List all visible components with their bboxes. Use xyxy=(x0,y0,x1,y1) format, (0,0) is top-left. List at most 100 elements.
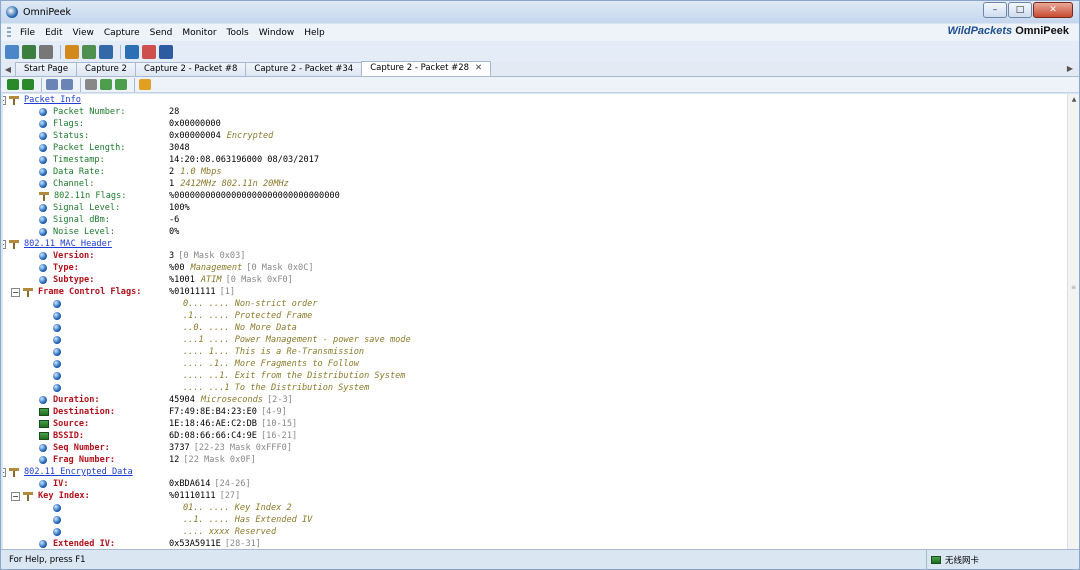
section-title[interactable]: 802.11 Encrypted Data xyxy=(24,466,133,478)
tree-row[interactable]: − Frame Control Flags: %01011111 [1] xyxy=(3,286,1063,298)
field-value: %00000000000000000000000000000000 xyxy=(169,191,340,201)
tree-row[interactable]: Duration: 45904 Microseconds [2-3] xyxy=(3,394,1063,406)
print-icon[interactable] xyxy=(39,44,53,59)
tree-row[interactable]: IV: 0xBDA614 [24-26] xyxy=(3,478,1063,490)
back-icon[interactable] xyxy=(7,79,19,90)
wireless-icon[interactable] xyxy=(142,44,156,59)
tree-row[interactable]: Data Rate: 2 1.0 Mbps xyxy=(3,166,1063,178)
tree-row[interactable]: .... ..1. Exit from the Distribution Sys… xyxy=(3,370,1063,382)
tab-scroll-right-icon[interactable]: ▶ xyxy=(1067,64,1073,73)
tree-row[interactable]: Subtype: %1001 ATIM [0 Mask 0xF0] xyxy=(3,274,1063,286)
menu-monitor[interactable]: Monitor xyxy=(177,28,221,38)
toolbar-separator xyxy=(80,77,81,92)
decode-view-icon[interactable] xyxy=(46,79,58,90)
capture-icon[interactable] xyxy=(65,44,79,59)
status-adapter-label: 无线网卡 xyxy=(944,556,979,566)
scroll-grip[interactable]: ≡ xyxy=(1068,284,1079,291)
decode-tree[interactable]: − Packet InfoPacket Number: 28 Flags: 0x0000… xyxy=(3,94,1067,549)
field-value: 1E:18:46:AE:C2:DB xyxy=(169,419,257,429)
tree-row[interactable]: 802.11n Flags: %0000000000000000000000000… xyxy=(3,190,1063,202)
tree-row[interactable]: Packet Length: 3048 xyxy=(3,142,1063,154)
tree-toggle-icon[interactable]: − xyxy=(11,491,20,501)
tree-row[interactable]: Version: 3 [0 Mask 0x03] xyxy=(3,250,1063,262)
menu-file[interactable]: File xyxy=(15,28,40,38)
tree-row[interactable]: .... ...1 To the Distribution System xyxy=(3,382,1063,394)
save-icon[interactable] xyxy=(22,44,36,59)
section-title[interactable]: 802.11 MAC Header xyxy=(24,238,112,250)
tree-row[interactable]: .... 1... This is a Re-Transmission xyxy=(3,346,1063,358)
field-label: Subtype: xyxy=(53,275,95,285)
open-icon[interactable] xyxy=(5,44,19,59)
tree-row[interactable]: Channel: 1 2412MHz 802.11n 20MHz xyxy=(3,178,1063,190)
tree-row[interactable]: Signal dBm: -6 xyxy=(3,214,1063,226)
hex-view-icon[interactable] xyxy=(61,79,73,90)
edit-icon[interactable] xyxy=(139,79,151,90)
tab-scroll-left-icon[interactable]: ◀ xyxy=(1,65,15,74)
menu-help[interactable]: Help xyxy=(299,28,330,38)
expand-icon[interactable] xyxy=(100,79,112,90)
tree-row[interactable]: Seq Number: 3737 [22-23 Mask 0xFFF0] xyxy=(3,442,1063,454)
tree-row[interactable]: Frag Number: 12 [22 Mask 0x0F] xyxy=(3,454,1063,466)
field-value: 3048 xyxy=(169,143,190,153)
tree-row[interactable]: − Packet Info xyxy=(3,94,1063,106)
menu-view[interactable]: View xyxy=(68,28,99,38)
tree-toggle-icon[interactable]: − xyxy=(3,239,6,249)
tab-packet-8[interactable]: Capture 2 - Packet #8 xyxy=(134,62,247,76)
help-icon[interactable] xyxy=(159,44,173,59)
tree-row[interactable]: ...1 .... Power Management - power save … xyxy=(3,334,1063,346)
tree-row[interactable]: Noise Level: 0% xyxy=(3,226,1063,238)
field-value: 12 xyxy=(169,455,180,465)
tree-row[interactable]: Source: 1E:18:46:AE:C2:DB [10-15] xyxy=(3,418,1063,430)
tree-row[interactable]: Signal Level: 100% xyxy=(3,202,1063,214)
menu-send[interactable]: Send xyxy=(145,28,178,38)
section-title[interactable]: Packet Info xyxy=(24,94,81,106)
tree-row[interactable]: Flags: 0x00000000 xyxy=(3,118,1063,130)
tree-row[interactable]: − 802.11 Encrypted Data xyxy=(3,466,1063,478)
vertical-scrollbar[interactable]: ▲ ≡ xyxy=(1067,94,1079,549)
tree-toggle-icon[interactable]: − xyxy=(3,95,6,105)
tree-row[interactable]: − 802.11 MAC Header xyxy=(3,238,1063,250)
bit-description: .1.. .... Protected Frame xyxy=(183,311,313,321)
field-label: Data Rate: xyxy=(53,167,105,177)
forward-icon[interactable] xyxy=(22,79,34,90)
tree-row[interactable]: Extended IV: 0x53A5911E [28-31] xyxy=(3,538,1063,549)
tree-row[interactable]: BSSID: 6D:08:66:66:C4:9E [16-21] xyxy=(3,430,1063,442)
menu-capture[interactable]: Capture xyxy=(99,28,145,38)
tree-row[interactable]: 01.. .... Key Index 2 xyxy=(3,502,1063,514)
title-bar[interactable]: OmniPeek – □ ✕ xyxy=(1,1,1079,23)
menu-tools[interactable]: Tools xyxy=(222,28,254,38)
graph-icon[interactable] xyxy=(125,44,139,59)
tree-row[interactable]: ..1. .... Has Extended IV xyxy=(3,514,1063,526)
find-icon[interactable] xyxy=(85,79,97,90)
tree-row[interactable]: − Key Index: %01110111 [27] xyxy=(3,490,1063,502)
maximize-button[interactable]: □ xyxy=(1008,2,1032,18)
tab-packet-34[interactable]: Capture 2 - Packet #34 xyxy=(245,62,363,76)
tab-close-icon[interactable]: ✕ xyxy=(475,63,482,73)
minimize-button[interactable]: – xyxy=(983,2,1007,18)
tree-row[interactable]: Destination: F7:49:8E:B4:23:E0 [4-9] xyxy=(3,406,1063,418)
menu-edit[interactable]: Edit xyxy=(40,28,67,38)
tree-row[interactable]: Status: 0x00000004 Encrypted xyxy=(3,130,1063,142)
tree-row[interactable]: Packet Number: 28 xyxy=(3,106,1063,118)
field-icon xyxy=(39,216,47,224)
field-icon xyxy=(39,228,47,236)
collapse-icon[interactable] xyxy=(115,79,127,90)
filter-icon[interactable] xyxy=(82,44,96,59)
tree-row[interactable]: .... xxxx Reserved xyxy=(3,526,1063,538)
scroll-up-icon[interactable]: ▲ xyxy=(1068,94,1080,106)
field-icon xyxy=(39,540,47,548)
tree-row[interactable]: 0... .... Non-strict order xyxy=(3,298,1063,310)
tree-row[interactable]: Timestamp: 14:20:08.063196000 08/03/2017 xyxy=(3,154,1063,166)
menu-window[interactable]: Window xyxy=(254,28,300,38)
decode-icon[interactable] xyxy=(99,44,113,59)
tab-packet-28[interactable]: Capture 2 - Packet #28 ✕ xyxy=(361,61,492,76)
tree-toggle-icon[interactable]: − xyxy=(3,467,6,477)
tree-row[interactable]: Type: %00 Management [0 Mask 0x0C] xyxy=(3,262,1063,274)
tree-row[interactable]: .... .1.. More Fragments to Follow xyxy=(3,358,1063,370)
tree-row[interactable]: ..0. .... No More Data xyxy=(3,322,1063,334)
tree-toggle-icon[interactable]: − xyxy=(11,287,20,297)
tab-start-page[interactable]: Start Page xyxy=(15,62,78,76)
tree-row[interactable]: .1.. .... Protected Frame xyxy=(3,310,1063,322)
tab-capture-2[interactable]: Capture 2 xyxy=(76,62,136,76)
close-button[interactable]: ✕ xyxy=(1033,2,1073,18)
